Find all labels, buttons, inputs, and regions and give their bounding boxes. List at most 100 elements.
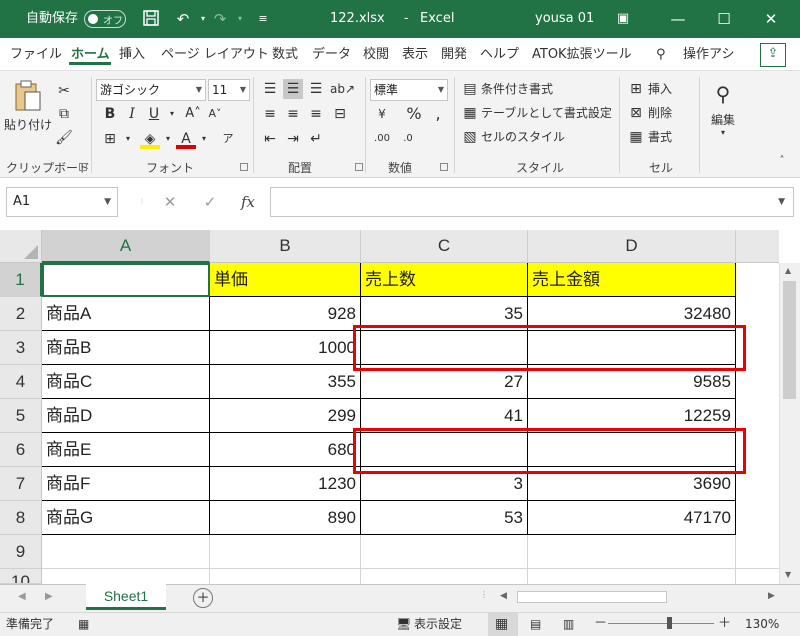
tab-review[interactable]: 校閲: [363, 46, 389, 64]
borders-dropdown-icon[interactable]: ▾: [118, 129, 138, 149]
prev-sheet-icon[interactable]: ◀: [18, 591, 26, 602]
select-all-button[interactable]: [0, 230, 42, 263]
increase-decimal-icon[interactable]: .00: [372, 129, 392, 149]
copy-icon[interactable]: ⧉: [54, 104, 74, 124]
row-header-3[interactable]: 3: [0, 331, 42, 365]
paste-button[interactable]: 貼り付け: [4, 79, 52, 133]
number-format-select[interactable]: 標準 ▼: [370, 79, 448, 101]
column-header-e[interactable]: [736, 230, 779, 263]
cell-b2[interactable]: 928: [210, 297, 361, 331]
cell-a9[interactable]: [42, 535, 210, 569]
row-header-9[interactable]: 9: [0, 535, 42, 569]
underline-dropdown-icon[interactable]: ▾: [162, 104, 182, 124]
decrease-indent-icon[interactable]: ⇤: [260, 129, 280, 149]
horizontal-scroll-thumb[interactable]: [517, 591, 667, 603]
insert-cells-button[interactable]: 挿入: [648, 80, 672, 98]
cell-b3[interactable]: 1000: [210, 331, 361, 365]
tab-developer[interactable]: 開発: [441, 46, 467, 64]
zoom-out-button[interactable]: －: [594, 616, 607, 632]
cell-d9[interactable]: [528, 535, 736, 569]
row-header-8[interactable]: 8: [0, 501, 42, 535]
delete-cells-button[interactable]: 削除: [648, 104, 672, 122]
column-header-d[interactable]: D: [528, 230, 736, 263]
redo-dropdown-icon[interactable]: ▾: [230, 9, 250, 29]
font-size-select[interactable]: 11 ▼: [208, 79, 250, 101]
display-settings-button[interactable]: 表示設定: [414, 616, 462, 632]
cancel-icon[interactable]: ✕: [156, 187, 184, 217]
cell-styles-icon[interactable]: ▧: [460, 127, 480, 147]
align-left-icon[interactable]: ≡: [260, 104, 280, 124]
underline-icon[interactable]: U: [144, 104, 164, 124]
align-top-icon[interactable]: ☰: [260, 79, 280, 99]
close-button[interactable]: ✕: [748, 0, 794, 38]
cell-a1[interactable]: [42, 263, 210, 297]
scroll-right-icon[interactable]: ▶: [768, 591, 775, 601]
decrease-font-icon[interactable]: A˅: [205, 104, 225, 124]
align-middle-icon[interactable]: ☰: [283, 79, 303, 99]
wrap-text-icon[interactable]: ↵: [306, 129, 326, 149]
font-launcher-icon[interactable]: [240, 163, 248, 171]
cell-b4[interactable]: 355: [210, 365, 361, 399]
cell-a3[interactable]: 商品B: [42, 331, 210, 365]
format-as-table-button[interactable]: テーブルとして書式設定: [481, 104, 612, 122]
row-header-4[interactable]: 4: [0, 365, 42, 399]
cell-a4[interactable]: 商品C: [42, 365, 210, 399]
scroll-up-icon[interactable]: ▲: [785, 266, 791, 275]
ribbon-display-options-icon[interactable]: ▣: [613, 9, 633, 29]
minimize-button[interactable]: —: [655, 0, 701, 38]
borders-icon[interactable]: ⊞: [100, 129, 120, 149]
cell-d8[interactable]: 47170: [528, 501, 736, 535]
zoom-slider-track[interactable]: [608, 623, 714, 624]
zoom-slider-thumb[interactable]: [667, 617, 672, 629]
expand-formula-icon[interactable]: ▼: [778, 197, 785, 207]
column-header-a[interactable]: A: [42, 230, 210, 263]
cell-c8[interactable]: 53: [361, 501, 528, 535]
search-icon[interactable]: ⚲: [656, 46, 666, 64]
row-header-2[interactable]: 2: [0, 297, 42, 331]
cell-c9[interactable]: [361, 535, 528, 569]
row-header-5[interactable]: 5: [0, 399, 42, 433]
format-cells-icon[interactable]: ▦: [626, 127, 646, 147]
orientation-icon[interactable]: ab↗: [330, 79, 355, 99]
insert-cells-icon[interactable]: ⊞: [626, 79, 646, 99]
normal-view-button[interactable]: ▦: [488, 612, 518, 636]
font-name-select[interactable]: 游ゴシック ▼: [96, 79, 206, 101]
tab-formulas[interactable]: 数式: [272, 46, 298, 64]
format-cells-button[interactable]: 書式: [648, 128, 672, 146]
row-header-6[interactable]: 6: [0, 433, 42, 467]
cell-b6[interactable]: 680: [210, 433, 361, 467]
cut-icon[interactable]: ✂: [54, 81, 74, 101]
cell-styles-button[interactable]: セルのスタイル: [481, 128, 565, 146]
add-sheet-button[interactable]: +: [193, 588, 213, 608]
cell-a7[interactable]: 商品F: [42, 467, 210, 501]
cell-a10[interactable]: [42, 569, 210, 584]
name-box[interactable]: A1 ▼: [6, 187, 118, 217]
sheet-tab-sheet1[interactable]: Sheet1: [86, 584, 166, 610]
phonetic-icon[interactable]: ア: [218, 129, 238, 149]
tab-file[interactable]: ファイル: [10, 46, 62, 64]
next-sheet-icon[interactable]: ▶: [45, 591, 53, 602]
cell-b9[interactable]: [210, 535, 361, 569]
save-icon[interactable]: [141, 9, 161, 29]
tab-insert[interactable]: 挿入: [119, 46, 145, 64]
macro-record-icon[interactable]: ▦: [78, 616, 89, 632]
bold-icon[interactable]: B: [100, 104, 120, 124]
column-e-cells[interactable]: [736, 263, 779, 569]
tab-page-layout[interactable]: ページ レイアウト: [161, 46, 269, 64]
row-header-1[interactable]: 1: [0, 263, 42, 297]
percent-icon[interactable]: %: [404, 104, 424, 124]
cell-a5[interactable]: 商品D: [42, 399, 210, 433]
column-header-b[interactable]: B: [210, 230, 361, 263]
vertical-scroll-thumb[interactable]: [783, 281, 796, 399]
tab-view[interactable]: 表示: [402, 46, 428, 64]
tab-data[interactable]: データ: [312, 46, 351, 64]
formula-input[interactable]: ▼: [270, 187, 794, 217]
italic-icon[interactable]: I: [122, 104, 142, 124]
cell-b5[interactable]: 299: [210, 399, 361, 433]
cell-c1[interactable]: 売上数: [361, 263, 528, 297]
editing-button[interactable]: ⚲ 編集 ▾: [704, 77, 742, 137]
decrease-decimal-icon[interactable]: .0: [398, 129, 418, 149]
column-header-c[interactable]: C: [361, 230, 528, 263]
increase-font-icon[interactable]: A˄: [183, 104, 203, 124]
comma-style-icon[interactable]: ,: [428, 104, 448, 124]
